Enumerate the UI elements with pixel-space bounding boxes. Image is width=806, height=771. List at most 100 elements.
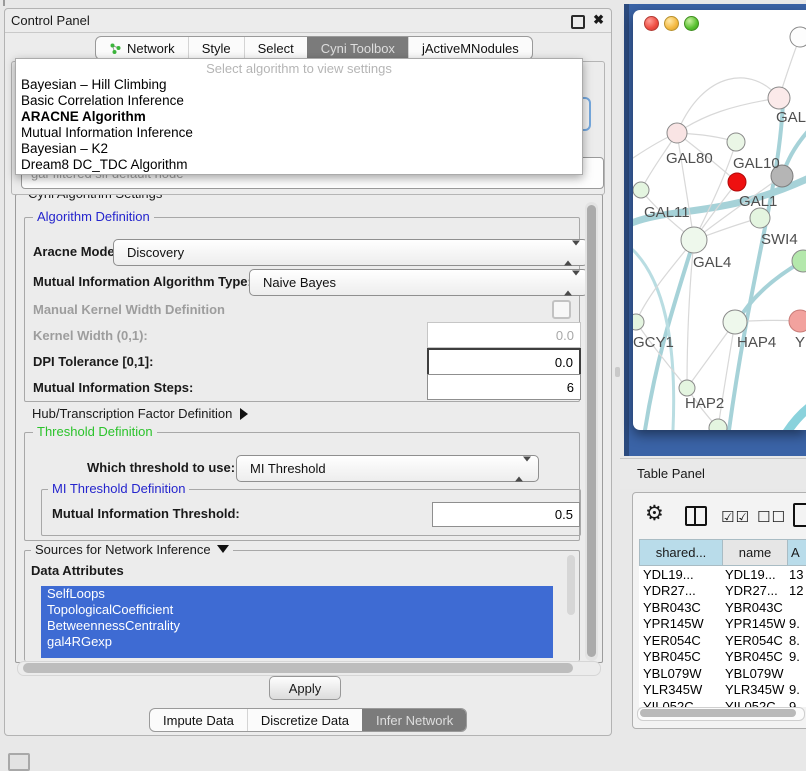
table-row[interactable]: YDL19...YDL19...13 <box>639 566 806 583</box>
tab-network[interactable]: Network <box>96 37 188 59</box>
aracne-mode-value: Discovery <box>127 245 184 260</box>
gear-icon[interactable]: ⚙ <box>645 501 664 525</box>
table-row[interactable]: YLR345WYLR345W9. <box>639 682 806 699</box>
algorithm-option[interactable]: ARACNE Algorithm <box>16 109 582 125</box>
network-node[interactable] <box>679 380 695 396</box>
table-cell: 9. <box>785 682 806 697</box>
network-node-label: GAL10 <box>733 155 780 172</box>
table-row[interactable]: YDR27...YDR27...12 <box>639 583 806 600</box>
control-panel-tabbar: Network Style Select Cyni Toolbox jActiv… <box>95 36 533 60</box>
network-node[interactable] <box>681 227 707 253</box>
mi-steps-field[interactable]: 6 <box>427 374 581 400</box>
export-table-icon[interactable] <box>793 503 806 527</box>
column-header-shared-name[interactable]: shared... <box>640 540 722 565</box>
spinner-arrows-icon <box>564 275 580 290</box>
aracne-mode-label: Aracne Mode: <box>33 244 119 259</box>
network-node[interactable] <box>728 173 746 191</box>
network-node[interactable] <box>750 208 770 228</box>
mi-type-value: Naive Bayes <box>263 275 336 290</box>
which-threshold-label: Which threshold to use: <box>87 460 235 475</box>
spinner-arrows-icon <box>515 461 531 476</box>
column-header-partial[interactable]: A <box>787 540 806 565</box>
tab-infer-network-label: Infer Network <box>376 713 453 728</box>
network-node[interactable] <box>792 250 806 272</box>
which-threshold-combobox[interactable]: MI Threshold <box>236 455 539 482</box>
table-row[interactable]: YBL079WYBL079W <box>639 665 806 682</box>
table-cell: 9. <box>785 649 806 664</box>
pane-splitter-handle[interactable] <box>615 367 620 377</box>
mi-threshold-label: Mutual Information Threshold: <box>52 506 240 521</box>
table-cell: YBR045C <box>721 649 785 664</box>
minimized-panel-icon[interactable] <box>8 753 30 771</box>
algorithm-option[interactable]: Bayesian – Hill Climbing <box>16 77 582 93</box>
mi-threshold-field[interactable]: 0.5 <box>432 502 580 527</box>
table-panel-titlebar: Table Panel <box>620 458 806 489</box>
table-row[interactable]: YER054CYER054C8. <box>639 632 806 649</box>
data-attribute-item[interactable]: TopologicalCoefficient <box>41 602 553 618</box>
tab-style[interactable]: Style <box>188 37 244 59</box>
tab-select[interactable]: Select <box>244 37 307 59</box>
algorithm-option[interactable]: Bayesian – K2 <box>16 141 582 157</box>
manual-kernel-checkbox[interactable] <box>552 300 571 319</box>
threshold-definition-title: Threshold Definition <box>33 424 157 439</box>
network-view-window[interactable]: GALGAL80GAL10GAL1GAL11SWI4GAL4GCY1HAP4YH… <box>633 10 806 430</box>
network-node[interactable] <box>633 182 649 198</box>
network-node-label: SWI4 <box>761 231 798 248</box>
mi-type-combobox[interactable]: Naive Bayes <box>249 269 588 296</box>
network-edge[interactable] <box>677 98 779 133</box>
tab-infer-network[interactable]: Infer Network <box>362 709 466 731</box>
network-node[interactable] <box>768 87 790 109</box>
table-cell: YIL052C <box>639 699 721 707</box>
column-header-name[interactable]: name <box>722 540 787 565</box>
table-row[interactable]: YBR043CYBR043C <box>639 599 806 616</box>
table-row[interactable]: YBR045CYBR045C9. <box>639 649 806 666</box>
algorithm-dropdown-list: Select algorithm to view settings Bayesi… <box>15 58 583 175</box>
select-columns-icon[interactable]: ☑☑ <box>721 508 750 526</box>
network-node[interactable] <box>723 310 747 334</box>
network-node[interactable] <box>727 133 745 151</box>
kernel-width-field[interactable]: 0.0 <box>427 322 581 348</box>
tab-style-label: Style <box>202 41 231 56</box>
tab-discretize-data[interactable]: Discretize Data <box>247 709 362 731</box>
table-horizontal-scrollbar-track[interactable] <box>637 707 805 721</box>
tab-cyni-toolbox[interactable]: Cyni Toolbox <box>307 37 408 59</box>
settings-horizontal-scrollbar-thumb[interactable] <box>23 663 573 673</box>
network-edge[interactable] <box>677 78 779 133</box>
data-attribute-item[interactable]: gal4RGexp <box>41 634 553 650</box>
network-node[interactable] <box>633 314 644 330</box>
network-node[interactable] <box>789 310 806 332</box>
network-edge[interactable] <box>782 406 806 430</box>
apply-button[interactable]: Apply <box>269 676 341 700</box>
network-canvas[interactable]: GALGAL80GAL10GAL1GAL11SWI4GAL4GCY1HAP4YH… <box>633 10 806 430</box>
settings-vertical-scrollbar-thumb[interactable] <box>587 205 596 657</box>
table-cell: 8. <box>785 633 806 648</box>
close-icon[interactable]: ✖ <box>593 12 604 28</box>
table-row[interactable]: YIL052CYIL052C9. <box>639 698 806 707</box>
table-row[interactable]: YPR145WYPR145W9. <box>639 616 806 633</box>
table-cell: YBR045C <box>639 649 721 664</box>
algorithm-option[interactable]: Dream8 DC_TDC Algorithm <box>16 157 582 173</box>
network-node[interactable] <box>667 123 687 143</box>
tab-impute-data[interactable]: Impute Data <box>150 709 247 731</box>
expand-right-icon <box>240 408 248 420</box>
tab-jactivemnodules[interactable]: jActiveMNodules <box>408 37 532 59</box>
algorithm-definition-title: Algorithm Definition <box>33 209 154 224</box>
table-horizontal-scrollbar-thumb[interactable] <box>640 709 796 717</box>
algorithm-option[interactable]: Mutual Information Inference <box>16 125 582 141</box>
aracne-mode-combobox[interactable]: Discovery <box>113 239 588 266</box>
hub-definition-toggle[interactable]: Hub/Transcription Factor Definition <box>32 406 248 421</box>
algorithm-option[interactable]: Basic Correlation Inference <box>16 93 582 109</box>
data-attribute-item[interactable]: SelfLoops <box>41 586 553 602</box>
data-attribute-item[interactable]: BetweennessCentrality <box>41 618 553 634</box>
dpi-tolerance-field[interactable]: 0.0 <box>427 348 581 376</box>
table-cell: 9. <box>785 616 806 631</box>
tab-cyni-toolbox-label: Cyni Toolbox <box>321 41 395 56</box>
data-attributes-label: Data Attributes <box>31 563 124 578</box>
sources-toggle[interactable]: Sources for Network Inference <box>31 542 233 557</box>
split-columns-icon[interactable] <box>685 506 707 526</box>
deselect-columns-icon[interactable]: ☐☐ <box>757 508 786 526</box>
table-cell: YDR27... <box>639 583 721 598</box>
attributes-list-scrollbar[interactable] <box>567 555 575 615</box>
float-window-icon[interactable] <box>571 15 585 29</box>
network-node[interactable] <box>790 27 806 47</box>
